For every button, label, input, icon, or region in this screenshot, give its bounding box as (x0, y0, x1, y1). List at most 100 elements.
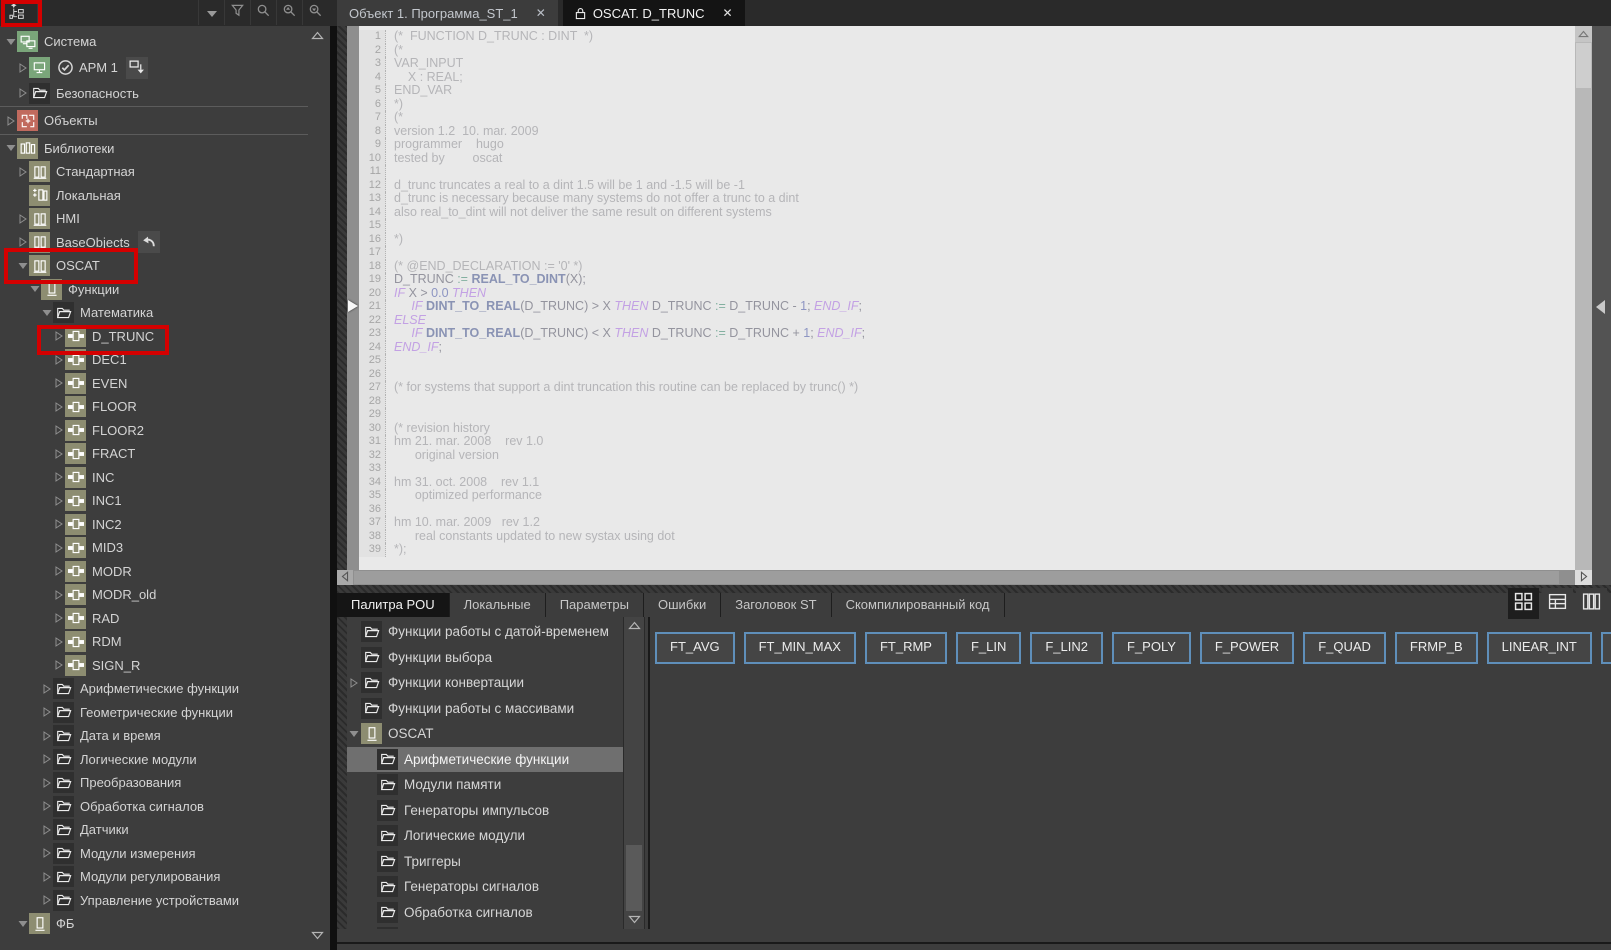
expand-arrow-icon[interactable] (40, 848, 53, 859)
bottom-tab[interactable]: Скомпилированный код (831, 593, 1005, 617)
expand-arrow-icon[interactable] (16, 237, 29, 248)
expand-arrow-icon[interactable] (16, 166, 29, 177)
tree-item[interactable]: DEC1 (0, 348, 308, 372)
scroll-left-button[interactable] (337, 570, 353, 585)
expand-arrow-icon[interactable] (16, 62, 29, 73)
collapse-arrow-icon[interactable] (28, 285, 41, 293)
palette-scrollbar[interactable] (623, 617, 645, 929)
dropdown-button[interactable] (198, 0, 224, 25)
bottom-tab[interactable]: Палитра POU (337, 593, 450, 617)
palette-scroll-up[interactable] (625, 619, 643, 633)
palette-tree-item[interactable]: OSCAT (347, 721, 623, 747)
palette-tree-item[interactable] (347, 925, 623, 929)
editor-vertical-scrollbar[interactable] (1575, 26, 1592, 570)
expand-arrow-icon[interactable] (52, 331, 65, 342)
pou-block-button[interactable]: F_POWER (1199, 632, 1295, 664)
tree-item[interactable]: BaseObjects (0, 231, 308, 255)
tree-item[interactable]: Система (0, 30, 308, 54)
vertical-scroll-thumb[interactable] (1576, 43, 1591, 88)
tree-item[interactable]: Математика (0, 301, 308, 325)
tree-item[interactable]: OSCAT (0, 254, 308, 278)
tree-item[interactable]: FLOOR (0, 395, 308, 419)
expand-arrow-icon[interactable] (52, 566, 65, 577)
collapse-panel-arrow[interactable] (1596, 300, 1605, 314)
tree-item[interactable]: SIGN_R (0, 654, 308, 678)
tree-item[interactable]: Дата и время (0, 724, 308, 748)
expand-arrow-icon[interactable] (40, 895, 53, 906)
tree-item[interactable]: Модули измерения (0, 842, 308, 866)
expand-arrow-icon[interactable] (52, 542, 65, 553)
vertical-splitter[interactable] (330, 26, 337, 950)
tree-item[interactable]: Стандартная (0, 160, 308, 184)
expand-arrow-icon[interactable] (16, 88, 29, 99)
tree-item[interactable]: ФБ (0, 912, 308, 936)
tree-item[interactable]: FRACT (0, 442, 308, 466)
deploy-icon[interactable] (125, 56, 148, 79)
tree-item[interactable]: Арифметические функции (0, 677, 308, 701)
tree-item[interactable]: Модули регулирования (0, 865, 308, 889)
layout-toggle-columns-view[interactable] (1576, 588, 1607, 619)
expand-arrow-icon[interactable] (52, 495, 65, 506)
collapse-arrow-icon[interactable] (16, 262, 29, 270)
expand-arrow-icon[interactable] (40, 730, 53, 741)
breakpoint-gutter[interactable] (347, 26, 359, 570)
palette-tree-item[interactable]: Функции работы с массивами (347, 696, 623, 722)
expand-arrow-icon[interactable] (52, 401, 65, 412)
palette-scroll-down[interactable] (625, 913, 643, 927)
scroll-right-button[interactable] (1575, 570, 1592, 585)
tree-item[interactable]: D_TRUNC (0, 325, 308, 349)
pou-block-button[interactable]: POLYNOM_INT (1600, 632, 1611, 664)
tree-item[interactable]: HMI (0, 207, 308, 231)
tree-item[interactable]: Объекты (0, 109, 308, 133)
tab-close-icon[interactable]: ✕ (721, 6, 735, 20)
palette-tree-item[interactable]: Функции конвертации (347, 670, 623, 696)
collapse-arrow-icon[interactable] (4, 144, 17, 152)
bottom-tab[interactable]: Параметры (545, 593, 645, 617)
tree-item[interactable]: MID3 (0, 536, 308, 560)
tree-item[interactable]: Датчики (0, 818, 308, 842)
tree-item[interactable]: Логические модули (0, 748, 308, 772)
tree-item[interactable]: Функции (0, 278, 308, 302)
filter-button[interactable] (224, 0, 250, 25)
bottom-tab[interactable]: Ошибки (644, 593, 722, 617)
scroll-up-button[interactable] (1575, 26, 1592, 42)
expand-arrow-icon[interactable] (40, 683, 53, 694)
expand-arrow-icon[interactable] (52, 448, 65, 459)
tree-item[interactable]: RAD (0, 607, 308, 631)
expand-arrow-icon[interactable] (52, 660, 65, 671)
zoom-in-button[interactable] (276, 0, 302, 25)
pou-block-button[interactable]: F_LIN (955, 632, 1022, 664)
zoom-out-button[interactable] (302, 0, 328, 25)
collapse-arrow-icon[interactable] (4, 38, 17, 46)
expand-arrow-icon[interactable] (40, 824, 53, 835)
palette-tree-item[interactable]: Функции выбора (347, 645, 623, 671)
search-button[interactable] (250, 0, 276, 25)
st-code-editor[interactable]: 1 (* FUNCTION D_TRUNC : DINT *) 2 (* 3 VAR_IN… (337, 26, 1592, 585)
tab-close-icon[interactable]: ✕ (534, 6, 548, 20)
expand-arrow-icon[interactable] (40, 777, 53, 788)
tree-item[interactable]: Преобразования (0, 771, 308, 795)
palette-tree-item[interactable]: Арифметические функции (347, 746, 623, 772)
pou-block-button[interactable]: LINEAR_INT (1486, 632, 1592, 664)
tree-scroll-down[interactable] (308, 929, 326, 943)
editor-tab[interactable]: OSCAT. D_TRUNC ✕ (562, 0, 745, 26)
collapse-arrow-icon[interactable] (16, 920, 29, 928)
expand-arrow-icon[interactable] (52, 589, 65, 600)
tree-item[interactable]: Геометрические функции (0, 701, 308, 725)
tree-scroll-up[interactable] (308, 29, 326, 43)
palette-tree-item[interactable]: Обработка сигналов (347, 900, 623, 926)
editor-horizontal-scrollbar[interactable] (337, 570, 1575, 585)
tree-item[interactable]: EVEN (0, 372, 308, 396)
palette-tree-item[interactable]: Логические модули (347, 823, 623, 849)
expand-arrow-icon[interactable] (52, 425, 65, 436)
tree-item[interactable]: MODR_old (0, 583, 308, 607)
project-tree-button[interactable] (0, 0, 38, 25)
expand-arrow-icon[interactable] (40, 707, 53, 718)
panel-splitter-strip[interactable] (337, 585, 1611, 593)
expand-arrow-icon[interactable] (40, 754, 53, 765)
collapse-arrow-icon[interactable] (40, 309, 53, 317)
pou-block-button[interactable]: F_LIN2 (1030, 632, 1103, 664)
layout-toggle-grid-2x2[interactable] (1508, 588, 1539, 619)
expand-arrow-icon[interactable] (52, 354, 65, 365)
tree-item[interactable]: INC (0, 466, 308, 490)
